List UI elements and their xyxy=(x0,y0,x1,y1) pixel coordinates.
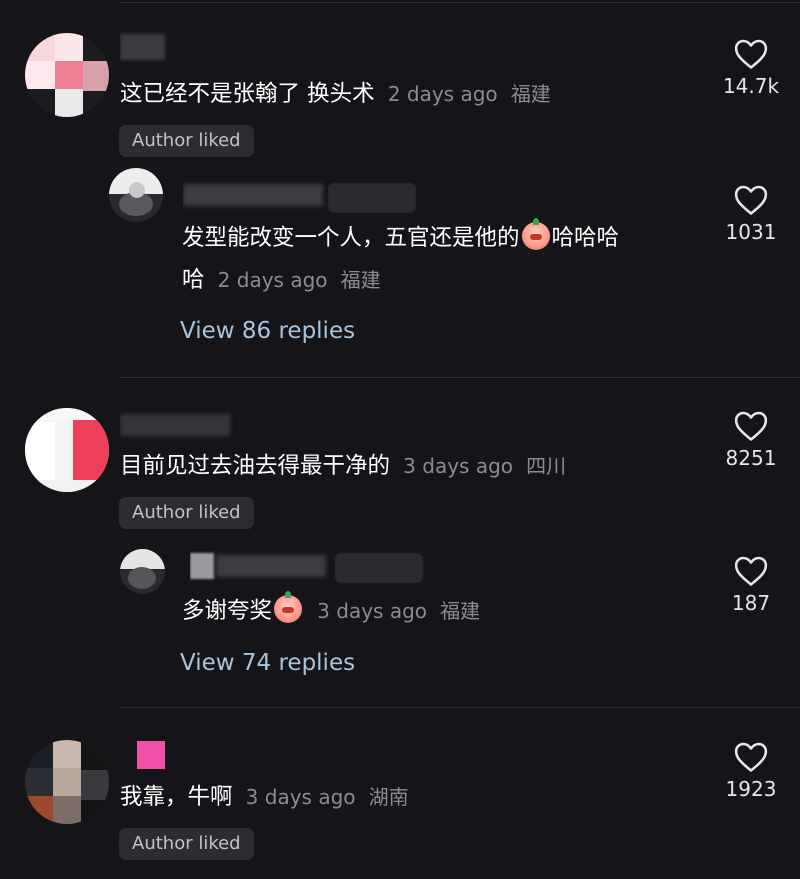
username-masked[interactable] xyxy=(120,32,170,62)
reply-location: 福建 xyxy=(440,599,481,623)
comment-body: 这已经不是张翰了 换头术 xyxy=(120,81,375,107)
author-badge-masked: Author xyxy=(328,183,416,213)
comment-body: 目前见过去油去得最干净的 xyxy=(120,453,391,479)
reply-username-masked[interactable] xyxy=(190,551,330,581)
like-button[interactable]: 14.7k xyxy=(706,38,796,98)
like-button[interactable]: 1923 xyxy=(706,741,796,801)
comment-text: 我靠，牛啊 3 days ago 湖南 xyxy=(120,780,409,814)
like-count: 8251 xyxy=(725,446,777,470)
heart-outline-icon xyxy=(734,185,768,215)
divider xyxy=(120,377,800,378)
like-count: 1923 xyxy=(725,777,777,801)
reply-like-button[interactable]: 1031 xyxy=(706,184,796,244)
reply-text: 多谢夸奖 3 days ago 福建 xyxy=(182,591,481,628)
avatar[interactable] xyxy=(25,408,109,492)
blush-emoji-icon xyxy=(274,591,303,623)
reply-like-button[interactable]: 187 xyxy=(706,555,796,615)
reply-avatar[interactable] xyxy=(109,168,163,222)
divider xyxy=(120,707,800,708)
reply-username-masked[interactable] xyxy=(183,180,328,210)
heart-outline-icon xyxy=(734,742,768,772)
reply-body-tail: 哈哈哈 xyxy=(551,225,620,251)
like-button[interactable]: 8251 xyxy=(706,410,796,470)
comment-text: 这已经不是张翰了 换头术 2 days ago 福建 xyxy=(120,77,551,111)
reply-like-count: 187 xyxy=(731,591,771,615)
heart-outline-icon xyxy=(734,556,768,586)
heart-outline-icon xyxy=(734,39,768,69)
author-liked-badge: Author liked xyxy=(119,828,254,860)
author-liked-badge: Author liked xyxy=(119,497,254,529)
comment-location: 湖南 xyxy=(368,785,409,809)
divider-top xyxy=(120,2,800,3)
comment-time: 2 days ago xyxy=(387,82,498,106)
reply-time: 2 days ago xyxy=(217,268,328,292)
reply-text-line2: 哈 2 days ago 福建 xyxy=(182,263,381,297)
username-masked[interactable] xyxy=(120,410,240,440)
author-badge-masked: Author xyxy=(335,553,423,583)
blush-emoji-icon xyxy=(521,218,550,250)
view-replies-link[interactable]: View 74 replies xyxy=(180,647,355,679)
reply-body: 发型能改变一个人，五官还是他的 xyxy=(182,225,520,251)
username-masked[interactable] xyxy=(120,740,170,770)
avatar[interactable] xyxy=(25,33,109,117)
reply-like-count: 1031 xyxy=(725,220,777,244)
reply-location: 福建 xyxy=(340,268,381,292)
avatar[interactable] xyxy=(25,740,109,824)
comment-time: 3 days ago xyxy=(403,454,514,478)
reply-text: 发型能改变一个人，五官还是他的 哈哈哈 xyxy=(182,218,620,255)
reply-avatar[interactable] xyxy=(120,549,165,594)
view-replies-link[interactable]: View 86 replies xyxy=(180,315,355,347)
comment-location: 四川 xyxy=(526,454,567,478)
author-liked-badge: Author liked xyxy=(119,125,254,157)
heart-outline-icon xyxy=(734,411,768,441)
comment-location: 福建 xyxy=(510,82,551,106)
like-count: 14.7k xyxy=(722,74,780,98)
reply-time: 3 days ago xyxy=(317,599,428,623)
comment-time: 3 days ago xyxy=(245,785,356,809)
reply-body: 多谢夸奖 xyxy=(182,598,273,624)
reply-body-line2: 哈 xyxy=(182,267,205,293)
comment-text: 目前见过去油去得最干净的 3 days ago 四川 xyxy=(120,449,566,483)
comment-body: 我靠，牛啊 xyxy=(120,784,233,810)
